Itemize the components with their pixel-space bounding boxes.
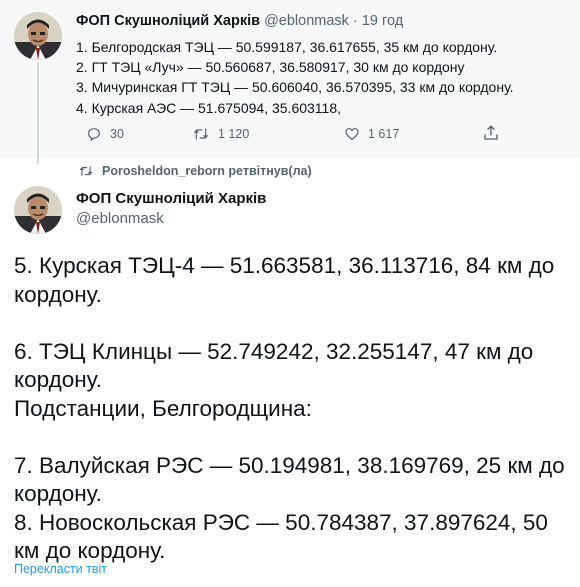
display-name[interactable]: ФОП Скушноліций Харків <box>76 13 260 29</box>
tweet-line: 3. Мичуринская ГТ ТЭЦ — 50.606040, 36.57… <box>76 79 514 96</box>
avatar[interactable] <box>14 12 62 60</box>
tweet-paragraph: Подстанции, Белгородщина: <box>14 395 312 421</box>
display-name[interactable]: ФОП Скушноліций Харків <box>76 190 266 207</box>
retweet-button[interactable]: 1 120 <box>192 126 249 142</box>
tweet-paragraph: 5. Курская ТЭЦ-4 — 51.663581, 36.113716,… <box>14 253 555 307</box>
tweet-text: 1. Белгородская ТЭЦ — 50.599187, 36.6176… <box>76 37 514 118</box>
tweet-paragraph <box>14 309 574 338</box>
retweet-icon <box>193 128 209 140</box>
tweet-header: ФОП Скушноліций Харків @eblonmask · 19 г… <box>76 13 403 29</box>
thread-line <box>37 62 39 164</box>
retweet-banner-text[interactable]: Porosheldon_reborn ретвітнув(ла) <box>102 164 312 178</box>
separator: · <box>352 13 358 29</box>
reply-button[interactable]: 30 <box>86 126 124 142</box>
heart-icon <box>345 128 359 141</box>
action-bar: 30 1 120 1 617 <box>86 124 506 146</box>
timestamp[interactable]: 19 год <box>362 13 403 29</box>
translate-tweet-link[interactable]: Перекласти твіт <box>14 562 107 576</box>
avatar-image <box>14 186 62 234</box>
tweet-line: 2. ГТ ТЭЦ «Луч» — 50.560687, 36.580917, … <box>76 59 465 76</box>
reply-icon <box>88 128 100 142</box>
tweet-text: 5. Курская ТЭЦ-4 — 51.663581, 36.113716,… <box>14 252 574 566</box>
avatar-image <box>14 12 62 60</box>
tweet-paragraph: 7. Валуйская РЭС — 50.194981, 38.169769,… <box>14 452 565 507</box>
tweet-paragraph: 6. ТЭЦ Клинцы — 52.749242, 32.255147, 47… <box>14 338 534 393</box>
reply-count: 30 <box>110 127 124 141</box>
tweet-paragraph <box>14 423 574 452</box>
tweet-line: 1. Белгородская ТЭЦ — 50.599187, 36.6176… <box>76 39 498 55</box>
handle[interactable]: @eblonmask <box>76 210 164 227</box>
tweet-line: 4. Курская АЭС — 51.675094, 35.603118, <box>76 99 342 116</box>
retweet-banner[interactable]: Porosheldon_reborn ретвітнув(ла) <box>76 164 312 178</box>
share-icon <box>484 125 498 140</box>
retweet-icon <box>79 166 93 176</box>
like-count: 1 617 <box>368 127 400 141</box>
retweet-count: 1 120 <box>218 127 250 141</box>
avatar[interactable] <box>14 186 62 234</box>
share-button[interactable] <box>482 124 500 142</box>
like-button[interactable]: 1 617 <box>344 126 399 142</box>
quoted-tweet[interactable]: ФОП Скушноліций Харків @eblonmask · 19 г… <box>0 0 580 158</box>
handle[interactable]: @eblonmask <box>264 13 349 29</box>
tweet-paragraph: 8. Новоскольская РЭС — 50.784387, 37.897… <box>14 509 548 564</box>
